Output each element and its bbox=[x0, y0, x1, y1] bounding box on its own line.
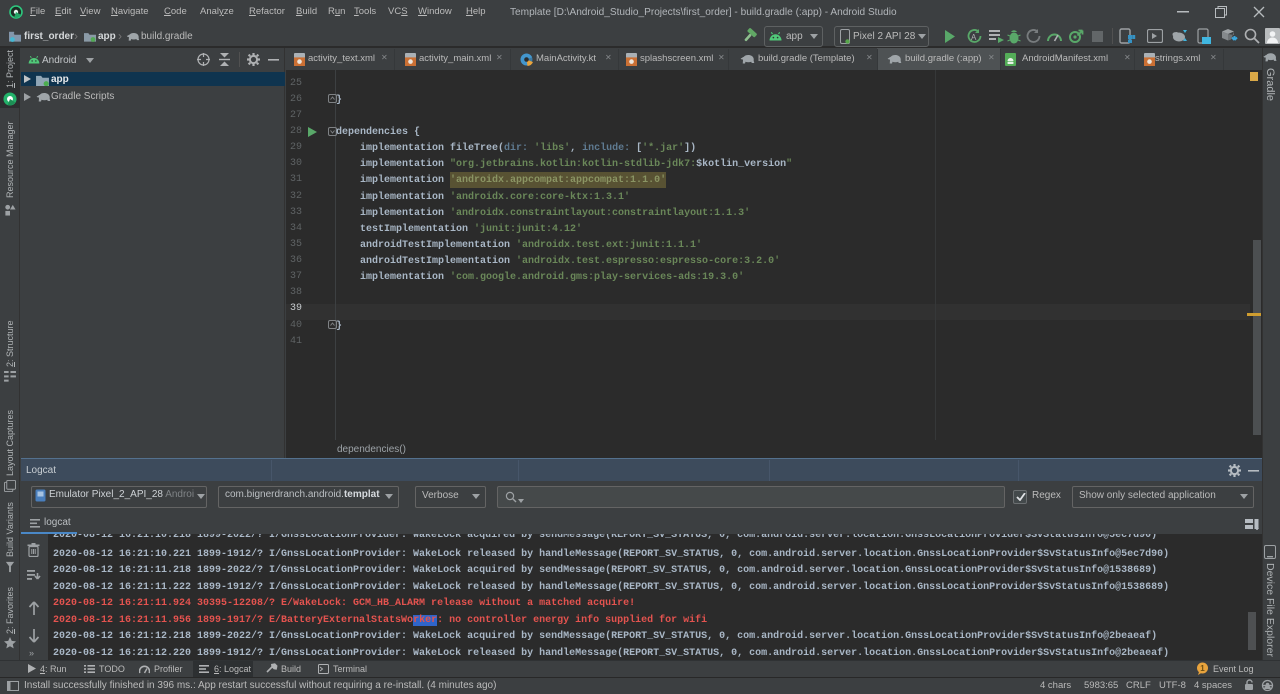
svg-text:A: A bbox=[971, 33, 977, 42]
svg-text:1: 1 bbox=[1200, 664, 1205, 673]
